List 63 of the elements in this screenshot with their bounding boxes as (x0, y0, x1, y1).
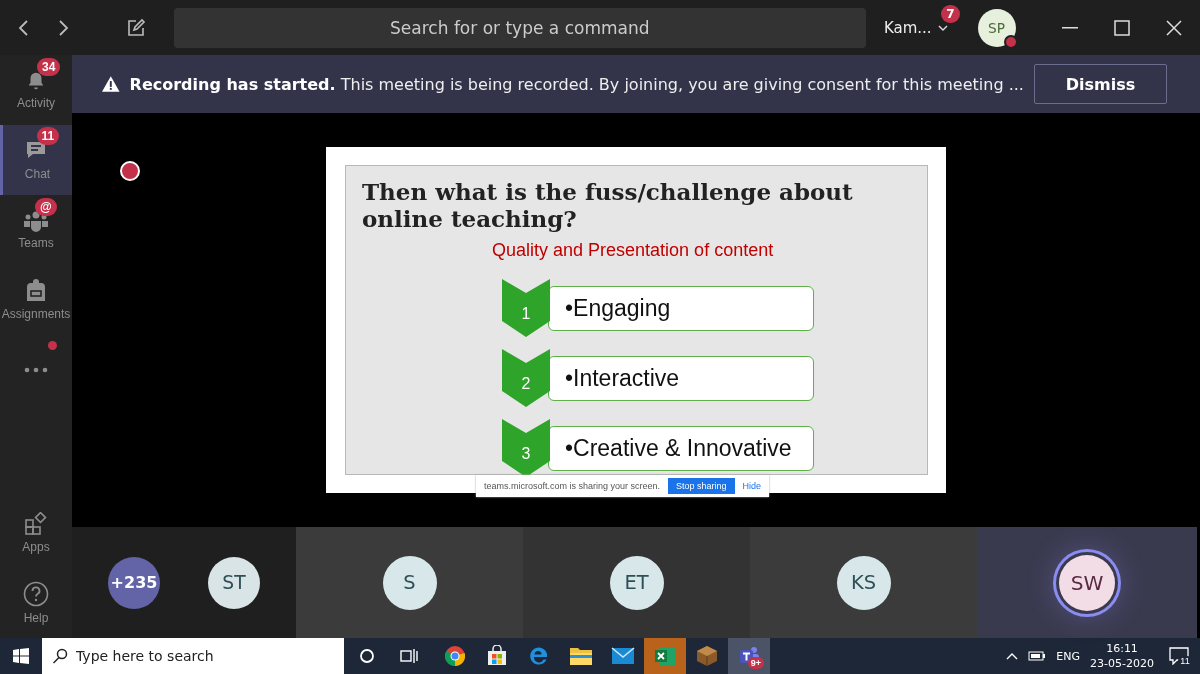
language-indicator[interactable]: ENG (1056, 649, 1081, 663)
banner-message: Recording has started. This meeting is being recorded. By joining, you are giving consent for this meeting ... (129, 74, 1024, 94)
taskbar-app[interactable]: 9+ (728, 638, 770, 674)
backpack-icon (25, 279, 47, 303)
rail-item[interactable]: 34 Activity (0, 55, 72, 125)
slide-title: Then what is the fuss/challenge about online teaching? (362, 178, 854, 232)
compose-icon (126, 17, 147, 38)
hide-link[interactable]: Hide (742, 481, 762, 491)
minimize-icon (1061, 26, 1078, 29)
stop-sharing-button[interactable]: Stop sharing (668, 478, 735, 494)
notification-center-button[interactable]: 11 (1164, 638, 1194, 674)
step-label: •Creative & Innovative (548, 425, 814, 471)
windows-logo-icon (13, 648, 29, 664)
participant-avatar: ET (609, 555, 664, 610)
participant-avatar: KS (836, 555, 891, 610)
crate-icon (696, 645, 718, 667)
rail-item[interactable]: Help (0, 568, 72, 638)
step-label: •Engaging (548, 285, 814, 331)
maximize-icon (1113, 19, 1130, 36)
folder-icon (569, 646, 593, 666)
slide-subtitle: Quality and Presentation of content (492, 240, 775, 261)
count-badge: 11 (36, 127, 60, 145)
rail-item[interactable]: Apps (0, 498, 72, 568)
recording-indicator (120, 161, 140, 181)
more-icon (24, 367, 48, 373)
chevron-up-icon[interactable] (1006, 652, 1019, 660)
status-dot (1003, 34, 1018, 49)
circle-icon (359, 648, 375, 664)
count-badge: 34 (37, 58, 61, 76)
rail-item[interactable]: Assignments (0, 265, 72, 335)
clock[interactable]: 16:11 23-05-2020 (1090, 641, 1154, 671)
user-avatar[interactable]: SP (977, 8, 1016, 47)
rail-item[interactable]: 11 Chat (0, 125, 72, 195)
chevron-shape: 1 (502, 279, 550, 337)
step-label: •Interactive (548, 355, 814, 401)
help-icon (23, 581, 49, 607)
participant-avatar: S (382, 555, 437, 610)
speech-bubble-icon (1169, 647, 1189, 665)
chevron-right-icon (57, 18, 70, 37)
dismiss-button[interactable]: Dismiss (1033, 64, 1167, 104)
task-view-icon (400, 648, 418, 664)
participant-avatar: ST (208, 556, 260, 609)
close-icon (1165, 19, 1182, 36)
chevron-shape: 3 (502, 419, 550, 477)
rail-item[interactable]: @ Teams (0, 195, 72, 265)
envelope-icon (611, 647, 635, 665)
count-badge: @ (35, 198, 57, 216)
chevron-left-icon (17, 18, 30, 37)
browser-e-icon (528, 645, 550, 667)
overflow-count[interactable]: +235 (108, 556, 160, 609)
taskbar-search-field[interactable]: Type here to search (42, 638, 344, 674)
chevron-shape: 2 (502, 349, 550, 407)
spreadsheet-icon (654, 645, 676, 667)
apps-icon (24, 512, 48, 536)
app-badge: 9+ (747, 657, 764, 669)
shopping-bag-icon (486, 645, 508, 667)
warning-icon (102, 76, 120, 92)
search-field[interactable]: Search for or type a command (173, 7, 866, 48)
sharing-message: teams.microsoft.com is sharing your screen. (484, 481, 661, 491)
battery-icon[interactable] (1028, 651, 1047, 661)
chevron-down-icon (937, 24, 948, 31)
notification-badge: 7 (941, 4, 960, 23)
browser-icon (444, 645, 466, 667)
